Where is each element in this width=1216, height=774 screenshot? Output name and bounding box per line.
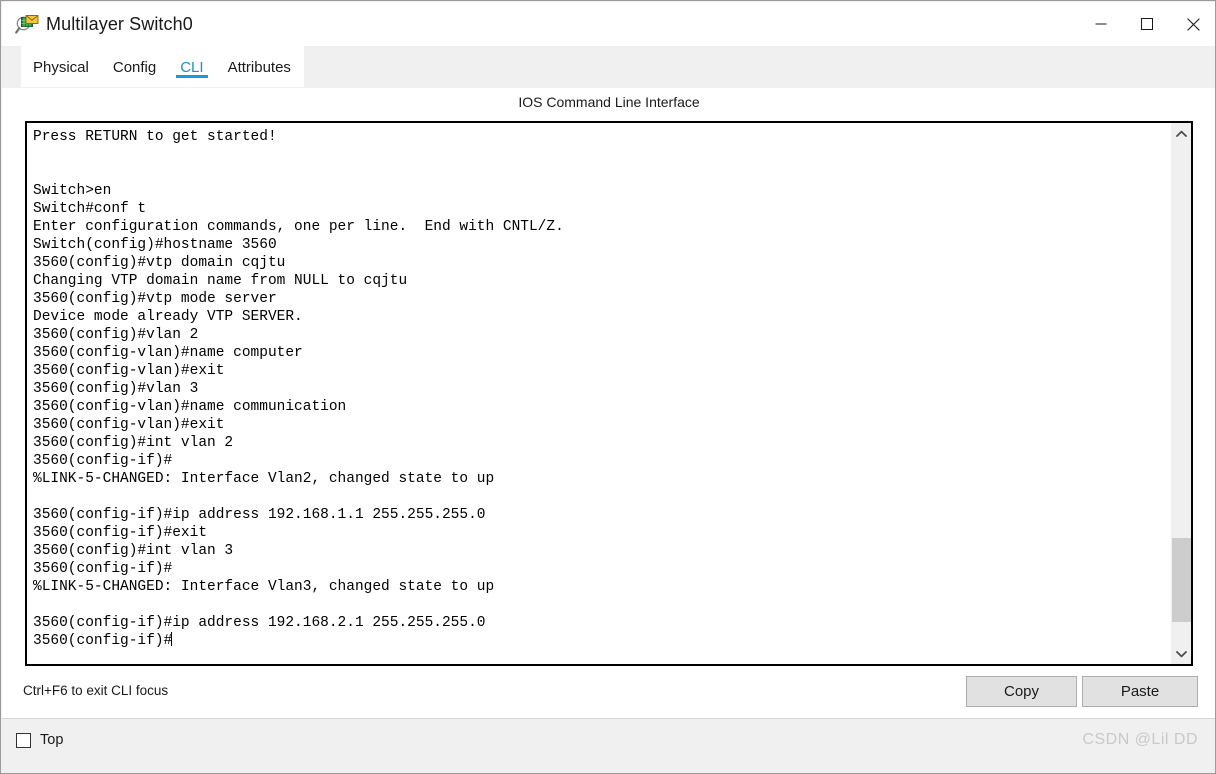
tab-config-label: Config: [112, 59, 157, 76]
top-checkbox-label: Top: [40, 732, 64, 748]
cli-scrollbar[interactable]: [1170, 123, 1191, 664]
cli-terminal-output: Press RETURN to get started! Switch>en S…: [33, 129, 564, 649]
tab-attributes[interactable]: Attributes: [216, 46, 303, 87]
tab-physical-label: Physical: [33, 59, 89, 76]
window-controls: [1078, 2, 1215, 46]
tab-list: Physical Config CLI Attributes: [21, 46, 303, 87]
scroll-up-button[interactable]: [1171, 123, 1191, 144]
device-window: Multilayer Switch0 Physical Config CLI A…: [0, 0, 1216, 774]
tab-config[interactable]: Config: [101, 46, 168, 87]
chevron-up-icon: [1176, 130, 1187, 137]
minimize-icon: [1095, 23, 1107, 25]
maximize-icon: [1141, 18, 1153, 30]
maximize-button[interactable]: [1124, 2, 1170, 46]
cli-heading: IOS Command Line Interface: [518, 94, 700, 110]
text-cursor: [171, 632, 173, 646]
tab-cli[interactable]: CLI: [168, 46, 215, 87]
inspect-device-icon: [14, 11, 40, 37]
cli-terminal-text[interactable]: Press RETURN to get started! Switch>en S…: [27, 123, 1170, 664]
tab-cli-label: CLI: [180, 59, 204, 76]
title-bar: Multilayer Switch0: [2, 2, 1215, 46]
close-icon: [1186, 17, 1200, 31]
paste-button[interactable]: Paste: [1082, 676, 1198, 707]
scrollbar-thumb[interactable]: [1172, 538, 1191, 622]
tab-physical[interactable]: Physical: [21, 46, 101, 87]
tab-strip: Physical Config CLI Attributes: [2, 46, 1215, 88]
window-title: Multilayer Switch0: [46, 13, 193, 34]
copy-button[interactable]: Copy: [966, 676, 1077, 707]
top-checkbox[interactable]: [16, 732, 31, 748]
chevron-down-icon: [1176, 650, 1187, 657]
close-button[interactable]: [1170, 2, 1215, 46]
status-bar: Top CSDN @Lil DD: [2, 718, 1215, 773]
copy-button-label: Copy: [1003, 683, 1040, 700]
tab-attributes-label: Attributes: [227, 59, 291, 76]
watermark-text: CSDN @Lil DD: [1082, 731, 1198, 748]
minimize-button[interactable]: [1078, 2, 1124, 46]
scroll-down-button[interactable]: [1171, 643, 1191, 664]
cli-focus-hint: Ctrl+F6 to exit CLI focus: [23, 683, 169, 698]
paste-button-label: Paste: [1120, 683, 1160, 700]
cli-panel: IOS Command Line Interface Press RETURN …: [2, 88, 1215, 718]
cli-terminal[interactable]: Press RETURN to get started! Switch>en S…: [25, 121, 1193, 666]
top-checkbox-group[interactable]: Top: [16, 732, 63, 748]
